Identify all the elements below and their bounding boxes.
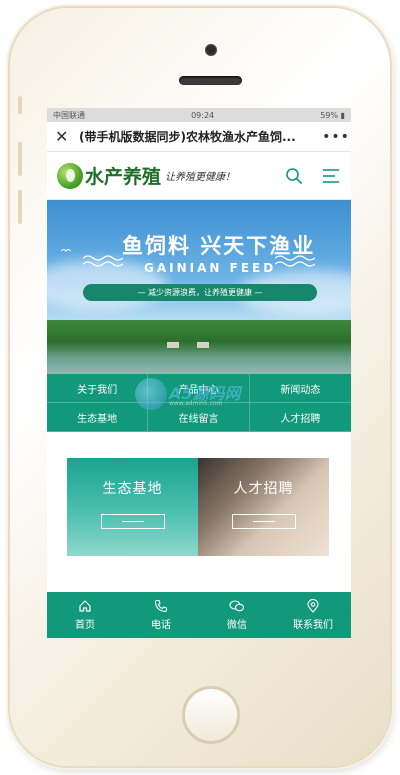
tab-contact-label: 联系我们: [293, 620, 333, 631]
hut: [167, 342, 179, 348]
home-button[interactable]: [182, 686, 240, 744]
tab-contact[interactable]: 联系我们: [275, 592, 351, 638]
banner-subline: GAINIAN FEED: [144, 261, 277, 275]
home-icon: [79, 600, 91, 612]
eco-base-more-button[interactable]: [100, 514, 165, 529]
content-area: 生态基地 人才招聘: [47, 432, 351, 556]
volume-up-button: [18, 142, 22, 176]
eco-base-card[interactable]: 生态基地: [67, 458, 198, 556]
feature-cards: 生态基地 人才招聘: [67, 458, 329, 556]
site-header: 水产养殖 让养殖更健康！: [47, 152, 351, 200]
location-icon: [307, 599, 319, 613]
bottom-tab-bar: 首页 电话 微信 联系我们: [47, 592, 351, 638]
banner-headline: 鱼饲料 兴天下渔业: [122, 234, 316, 258]
carrier-label: 中国联通: [53, 110, 85, 120]
wave-decoration-icon: [83, 255, 123, 267]
volume-down-button: [18, 190, 22, 224]
tab-wechat[interactable]: 微信: [199, 592, 275, 638]
recruit-card[interactable]: 人才招聘: [198, 458, 329, 556]
tab-phone-label: 电话: [151, 620, 171, 631]
hero-banner[interactable]: 鱼饲料 兴天下渔业 GAINIAN FEED — 减少资源浪费，让养殖更健康 —: [47, 200, 351, 374]
front-camera: [205, 44, 217, 56]
nav-message[interactable]: 在线留言: [148, 403, 250, 432]
status-bar: 中国联通 09:24 59% ▮: [47, 108, 351, 122]
more-dots-icon[interactable]: •••: [321, 129, 351, 145]
close-icon[interactable]: ✕: [55, 127, 75, 146]
tab-home-label: 首页: [75, 620, 95, 631]
logo-icon: [57, 162, 83, 189]
tab-phone[interactable]: 电话: [123, 592, 199, 638]
phone-screen: 中国联通 09:24 59% ▮ ✕ (带手机版数据同步)农林牧渔水产鱼饲...…: [47, 108, 351, 638]
tab-home[interactable]: 首页: [47, 592, 123, 638]
wechat-icon: [229, 600, 245, 612]
nav-eco-base[interactable]: 生态基地: [47, 403, 149, 432]
nav-recruit[interactable]: 人才招聘: [249, 403, 351, 432]
search-icon[interactable]: [285, 167, 303, 185]
nav-about[interactable]: 关于我们: [47, 374, 149, 403]
clock: 09:24: [191, 110, 215, 120]
battery-indicator: 59% ▮: [320, 110, 345, 120]
eco-base-card-label: 生态基地: [102, 481, 163, 497]
logo-slogan: 让养殖更健康！: [165, 172, 236, 183]
logo-text[interactable]: 水产养殖: [85, 162, 161, 189]
phone-icon: [154, 599, 168, 613]
bird-icon: [61, 249, 71, 252]
recruit-more-button[interactable]: [231, 514, 296, 529]
mute-switch: [18, 96, 22, 114]
nav-news[interactable]: 新闻动态: [249, 374, 351, 403]
page-title: (带手机版数据同步)农林牧渔水产鱼饲...: [79, 130, 296, 144]
tab-wechat-label: 微信: [227, 620, 247, 631]
earpiece: [179, 76, 242, 85]
menu-icon[interactable]: [321, 168, 341, 184]
recruit-card-label: 人才招聘: [233, 481, 294, 497]
browser-title-bar: ✕ (带手机版数据同步)农林牧渔水产鱼饲... •••: [47, 122, 351, 152]
banner-ribbon: — 减少资源浪费，让养殖更健康 —: [83, 284, 317, 301]
nav-products[interactable]: 产品中心: [148, 374, 250, 403]
category-nav: 关于我们 产品中心 新闻动态 生态基地 在线留言 人才招聘: [47, 374, 351, 432]
hut: [197, 342, 209, 348]
